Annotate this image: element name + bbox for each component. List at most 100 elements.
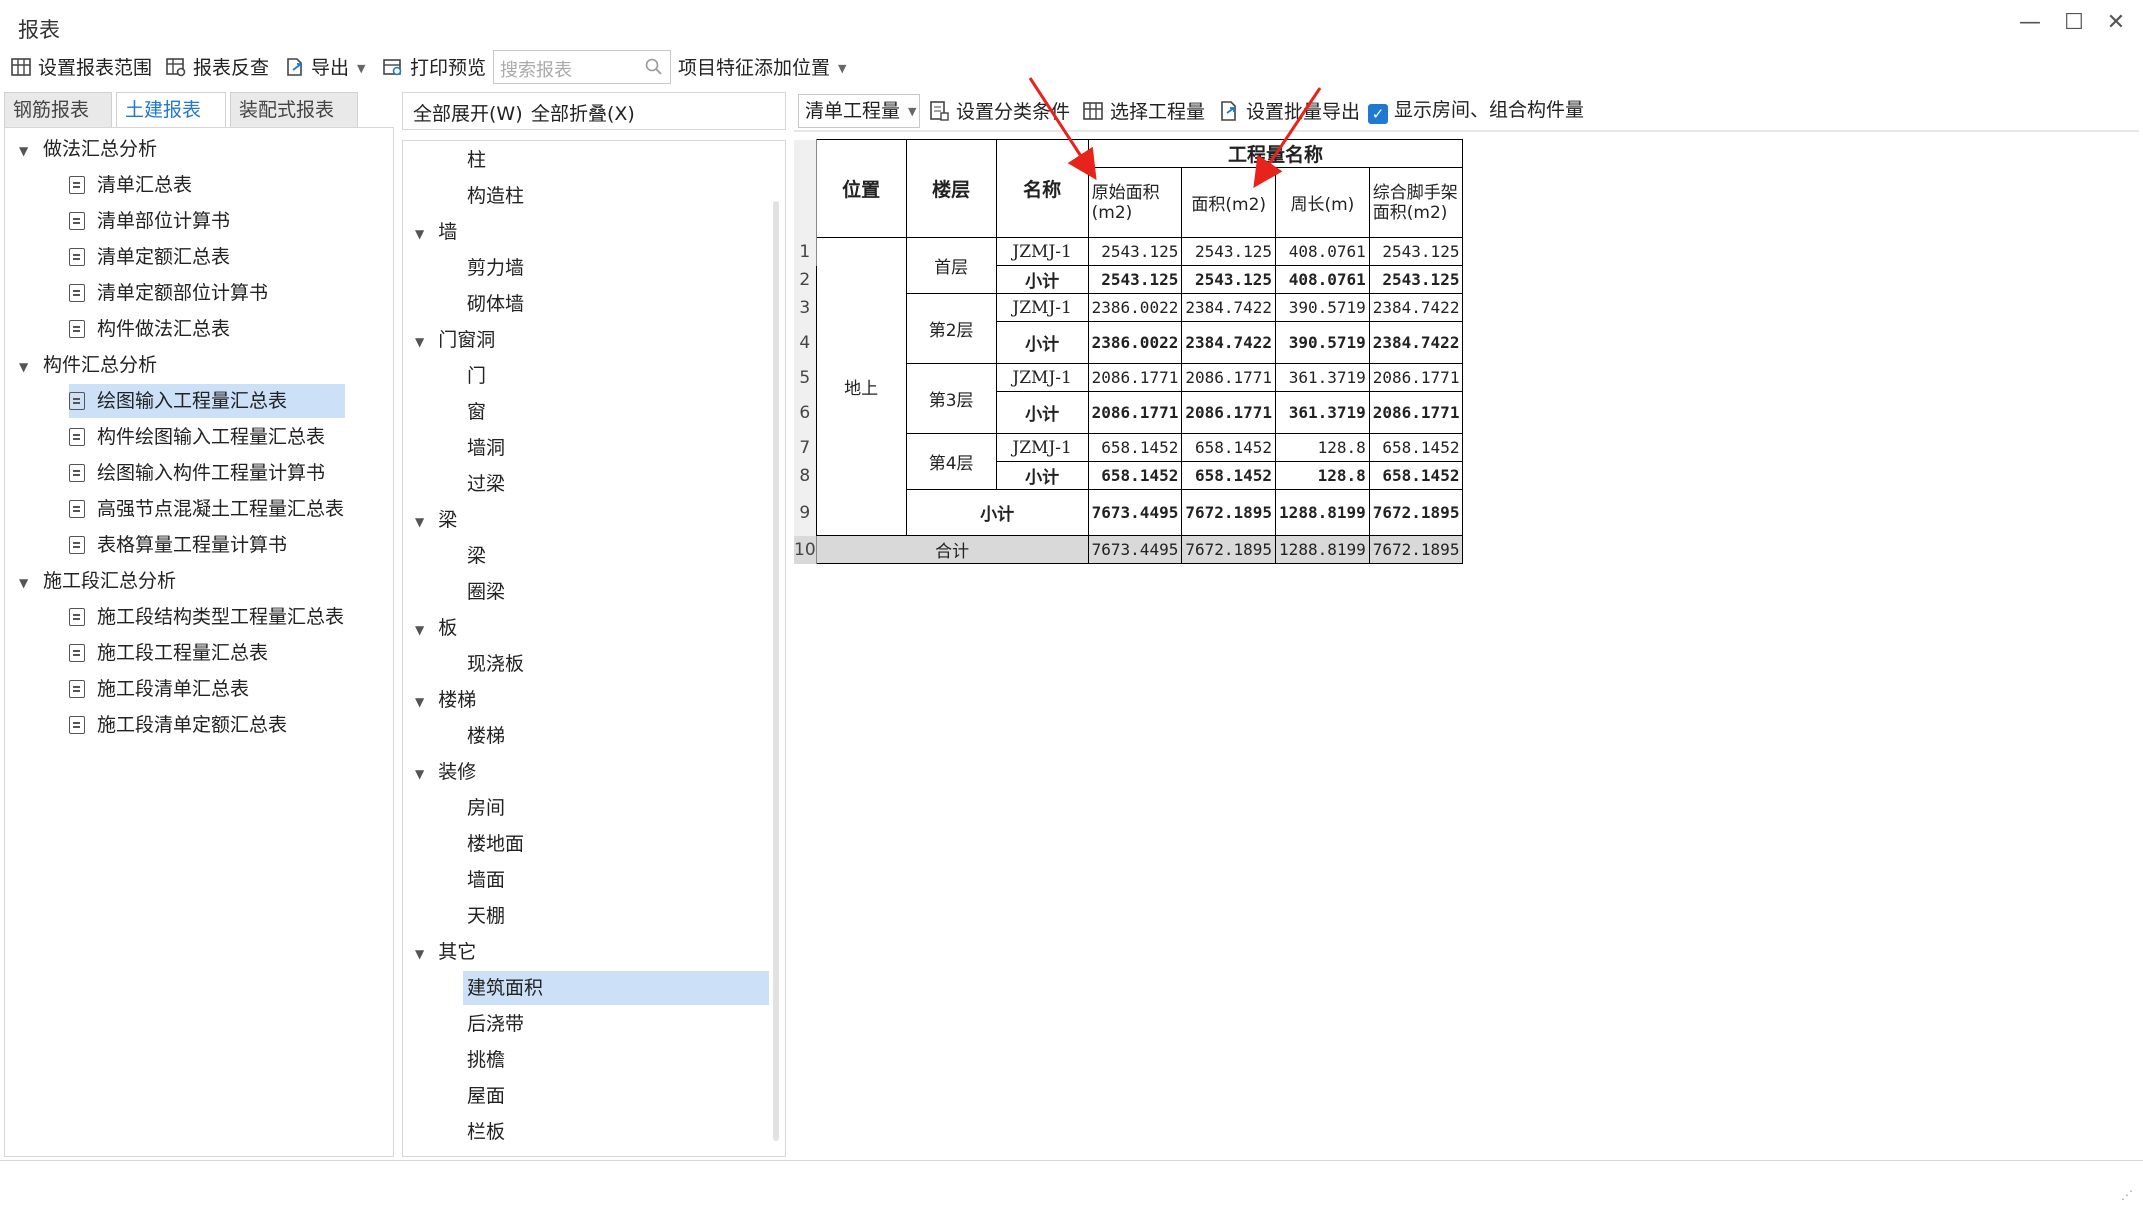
component-label: 构造柱 xyxy=(467,185,525,207)
component-item[interactable]: 窗 xyxy=(463,395,486,429)
report-doc-icon xyxy=(69,464,85,482)
component-item[interactable]: 现浇板 xyxy=(463,647,524,681)
report-check-button[interactable]: 报表反查 xyxy=(165,54,269,82)
expand-toggle-icon[interactable]: ▼ xyxy=(19,350,35,384)
component-group[interactable]: ▼ 其它 xyxy=(415,935,476,969)
tree-item[interactable]: 施工段清单定额汇总表 xyxy=(69,708,297,742)
row-number: 6 xyxy=(794,391,817,434)
tree-item[interactable]: 施工段工程量汇总表 xyxy=(69,636,278,670)
tab-civil-report[interactable]: 土建报表量 xyxy=(116,92,226,155)
tree-item[interactable]: 清单定额汇总表 xyxy=(69,240,240,274)
expand-toggle-icon[interactable]: ▼ xyxy=(19,134,35,168)
set-category-button[interactable]: 设置分类条件 xyxy=(928,98,1070,126)
minimize-button[interactable]: — xyxy=(2010,6,2050,40)
component-group[interactable]: ▼ 墙 xyxy=(415,215,457,249)
tree-item[interactable]: 施工段结构类型工程量汇总表 xyxy=(69,600,354,634)
component-item[interactable]: 柱 xyxy=(463,143,486,177)
component-item[interactable]: 屋面 xyxy=(463,1079,505,1113)
tree-label: 清单定额汇总表 xyxy=(97,246,231,268)
batch-export-button[interactable]: 设置批量导出 xyxy=(1218,98,1360,126)
component-item[interactable]: 楼梯 xyxy=(463,719,505,753)
component-item[interactable]: 砌体墙 xyxy=(463,287,524,321)
tree-item[interactable]: 清单定额部位计算书 xyxy=(69,276,278,310)
component-item[interactable]: 栏板 xyxy=(463,1115,505,1149)
tree-label: 表格算量工程量计算书 xyxy=(97,534,288,556)
floor-cell: 首层 xyxy=(905,237,997,294)
value-cell: 2086.1771 xyxy=(1181,363,1277,392)
name-cell: JZMJ-1 xyxy=(995,433,1089,462)
tree-group[interactable]: ▼ 构件汇总分析 xyxy=(19,348,157,382)
tree-group[interactable]: ▼ 施工段汇总分析 xyxy=(19,564,176,598)
search-input[interactable]: 搜索报表 xyxy=(493,50,671,84)
export-button[interactable]: 导出 ▼ xyxy=(283,54,365,82)
tree-item[interactable]: 施工段清单汇总表 xyxy=(69,672,259,706)
tree-item[interactable]: 表格算量工程量计算书 xyxy=(69,528,297,562)
chevron-down-icon: ▼ xyxy=(908,105,917,118)
component-group[interactable]: ▼ 门窗洞 xyxy=(415,323,495,357)
component-item[interactable]: 构造柱 xyxy=(463,179,524,213)
component-group[interactable]: ▼ 梁 xyxy=(415,503,457,537)
component-item[interactable]: 墙面 xyxy=(463,863,505,897)
expand-toggle-icon[interactable]: ▼ xyxy=(415,217,424,251)
component-item[interactable]: 挑檐 xyxy=(463,1043,505,1077)
feature-position-dropdown[interactable]: 项目特征添加位置 ▼ xyxy=(678,54,846,82)
component-item[interactable]: 梁 xyxy=(463,539,486,573)
close-button[interactable]: ✕ xyxy=(2096,6,2136,40)
component-label: 房间 xyxy=(467,797,506,819)
show-rooms-checkbox[interactable]: ✓ 显示房间、组合构件量 xyxy=(1368,96,1584,124)
tree-item[interactable]: 绘图输入工程量汇总表 xyxy=(69,384,345,418)
select-quantity-button[interactable]: 选择工程量 xyxy=(1082,98,1205,126)
value-cell: 2086.1771 xyxy=(1368,363,1464,392)
tree-item[interactable]: 构件做法汇总表 xyxy=(69,312,240,346)
tree-item[interactable]: 构件绘图输入工程量汇总表 xyxy=(69,420,335,454)
tree-item[interactable]: 清单汇总表 xyxy=(69,168,202,202)
maximize-button[interactable]: ☐ xyxy=(2054,6,2094,40)
row-number: 8 xyxy=(794,461,817,490)
expand-toggle-icon[interactable]: ▼ xyxy=(415,613,424,647)
tree-label: 绘图输入工程量汇总表 xyxy=(97,390,288,412)
tab-rebar-report[interactable]: 钢筋报表量 xyxy=(4,92,112,155)
expand-toggle-icon[interactable]: ▼ xyxy=(19,566,35,600)
expand-toggle-icon[interactable]: ▼ xyxy=(415,757,424,791)
component-group[interactable]: ▼ 楼梯 xyxy=(415,683,476,717)
component-group[interactable]: ▼ 装修 xyxy=(415,755,476,789)
col-header-orig-area: 原始面积(m2) xyxy=(1087,167,1183,238)
component-group[interactable]: ▼ 板 xyxy=(415,611,457,645)
tab-prefab-report[interactable]: 装配式报表量 xyxy=(230,92,358,155)
component-item[interactable]: 建筑面积 xyxy=(463,971,769,1005)
component-item[interactable]: 过梁 xyxy=(463,467,505,501)
component-item[interactable]: 房间 xyxy=(463,791,505,825)
component-item[interactable]: 天棚 xyxy=(463,899,505,933)
component-label: 装修 xyxy=(438,761,477,783)
component-item[interactable]: 墙洞 xyxy=(463,431,505,465)
component-label: 天棚 xyxy=(467,905,506,927)
value-cell: 2384.7422 xyxy=(1181,321,1277,364)
component-item[interactable]: 门 xyxy=(463,359,486,393)
resize-grip-icon[interactable]: ⋰ xyxy=(2121,1188,2133,1202)
tree-item[interactable]: 绘图输入构件工程量计算书 xyxy=(69,456,335,490)
set-report-range-button[interactable]: 设置报表范围 xyxy=(10,54,152,82)
expand-toggle-icon[interactable]: ▼ xyxy=(415,505,424,539)
subtotal-label: 小计 xyxy=(995,321,1089,364)
report-doc-icon xyxy=(69,428,85,446)
window-title: 报表 xyxy=(18,18,60,42)
tree-item[interactable]: 高强节点混凝土工程量汇总表 xyxy=(69,492,354,526)
print-preview-button[interactable]: 打印预览 xyxy=(382,54,486,82)
expand-toggle-icon[interactable]: ▼ xyxy=(415,325,424,359)
component-label: 梁 xyxy=(438,509,458,531)
status-bar: ⋰ xyxy=(0,1160,2143,1206)
component-item[interactable]: 后浇带 xyxy=(463,1007,524,1041)
tree-item[interactable]: 清单部位计算书 xyxy=(69,204,240,238)
quantity-type-select[interactable]: 清单工程量 ▼ xyxy=(798,94,920,128)
expand-toggle-icon[interactable]: ▼ xyxy=(415,937,424,971)
collapse-all-button[interactable]: 全部折叠(X) xyxy=(531,99,635,126)
component-item[interactable]: 剪力墙 xyxy=(463,251,524,285)
component-item[interactable]: 楼地面 xyxy=(463,827,524,861)
expand-all-button[interactable]: 全部展开(W) xyxy=(413,99,523,126)
expand-toggle-icon[interactable]: ▼ xyxy=(415,685,424,719)
component-label: 栏板 xyxy=(467,1121,506,1143)
tree-group[interactable]: ▼ 做法汇总分析 xyxy=(19,132,157,166)
component-item[interactable]: 圈梁 xyxy=(463,575,505,609)
batch-export-icon xyxy=(1221,101,1236,121)
scrollbar[interactable] xyxy=(773,201,779,1141)
